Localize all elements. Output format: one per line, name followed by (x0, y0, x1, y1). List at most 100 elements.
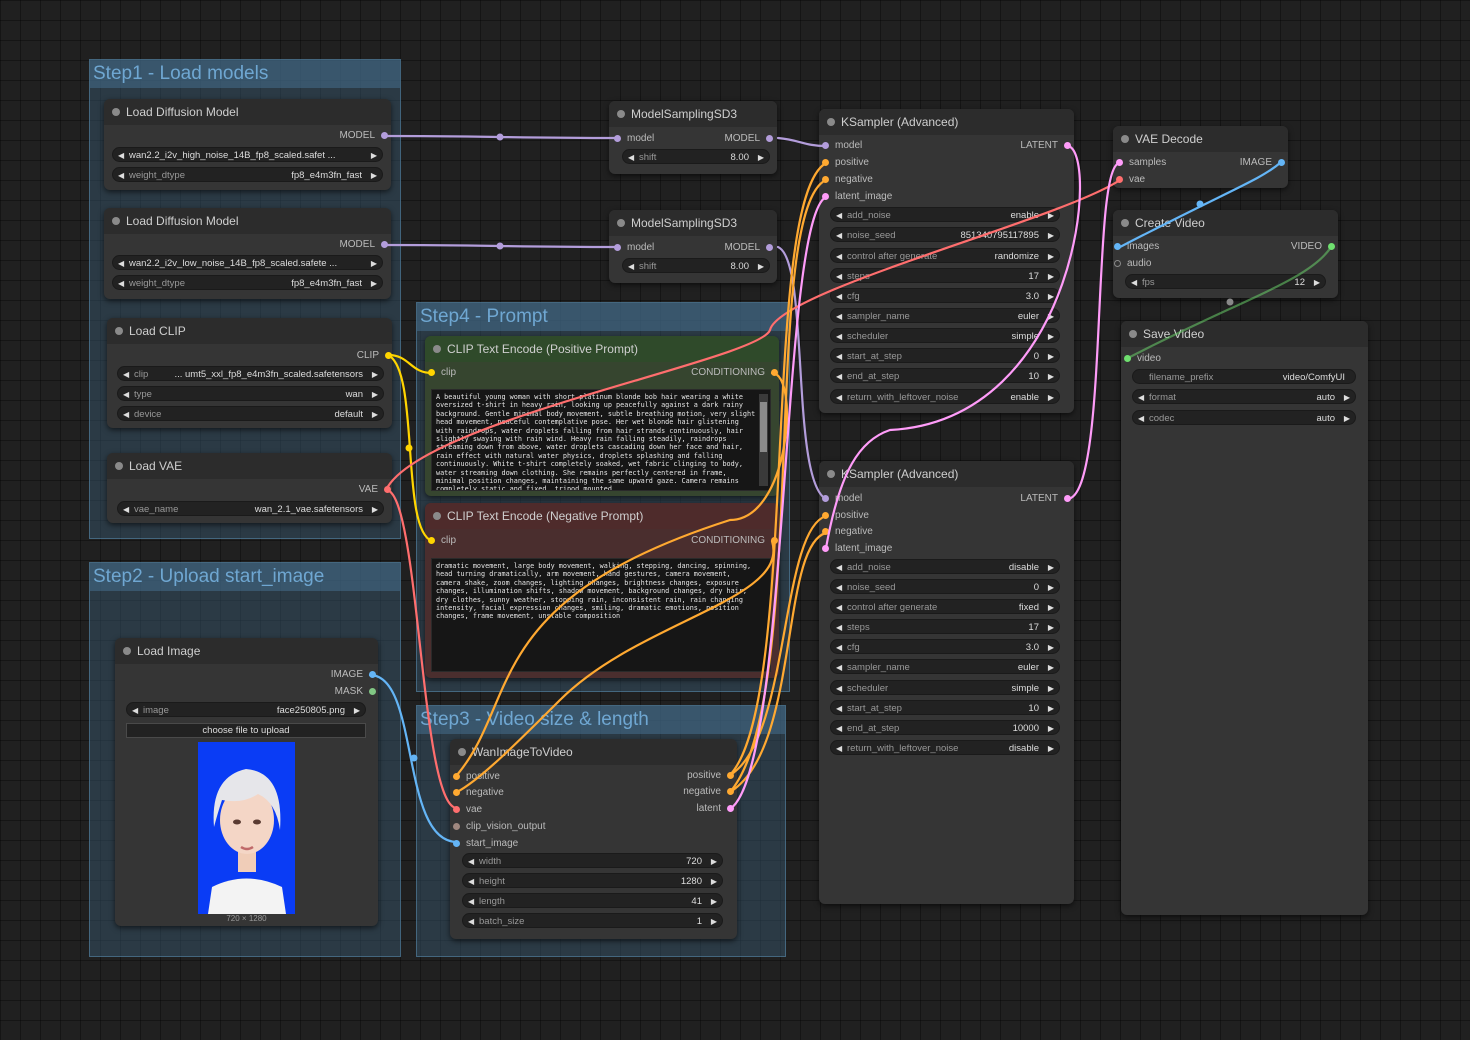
arrow-left-icon[interactable]: ◀ (836, 721, 842, 736)
arrow-left-icon[interactable]: ◀ (118, 276, 124, 291)
arrow-right-icon[interactable]: ▶ (1048, 640, 1054, 655)
input-vae[interactable]: vae (1116, 173, 1145, 187)
arrow-left-icon[interactable]: ◀ (836, 249, 842, 264)
arrow-left-icon[interactable]: ◀ (836, 329, 842, 344)
textarea-scrollbar[interactable] (759, 394, 768, 486)
output-image[interactable]: IMAGE (1240, 156, 1285, 170)
arrow-right-icon[interactable]: ▶ (354, 703, 360, 718)
node-title[interactable]: Load Diffusion Model (104, 99, 391, 125)
node-ksampler-2[interactable]: KSampler (Advanced) model positive negat… (819, 461, 1074, 904)
cfg-widget[interactable]: ◀ cfg 3.0 ▶ (830, 288, 1060, 303)
input-model[interactable]: model (614, 241, 654, 255)
arrow-right-icon[interactable]: ▶ (1048, 369, 1054, 384)
output-vae[interactable]: VAE (359, 483, 391, 497)
input-model[interactable]: model (822, 492, 862, 506)
arrow-right-icon[interactable]: ▶ (1048, 329, 1054, 344)
node-title[interactable]: Save Video (1121, 321, 1368, 347)
arrow-right-icon[interactable]: ▶ (1048, 289, 1054, 304)
input-negative[interactable]: negative (822, 525, 873, 539)
latent-dot[interactable] (822, 193, 829, 200)
input-clip[interactable]: clip (428, 366, 456, 380)
node-load-diffusion-high[interactable]: Load Diffusion Model MODEL ◀ wan2.2_i2v_… (104, 99, 391, 190)
upload-button[interactable]: choose file to upload (126, 723, 366, 738)
node-title[interactable]: Load Diffusion Model (104, 208, 391, 234)
arrow-left-icon[interactable]: ◀ (468, 854, 474, 869)
latent-dot[interactable] (822, 545, 829, 552)
width-number[interactable]: ◀ width 720 ▶ (462, 853, 723, 868)
arrow-right-icon[interactable]: ▶ (1048, 249, 1054, 264)
arrow-right-icon[interactable]: ▶ (372, 387, 378, 402)
arrow-right-icon[interactable]: ▶ (1048, 269, 1054, 284)
negative-prompt-textarea[interactable]: dramatic movement, large body movement, … (431, 558, 771, 672)
arrow-right-icon[interactable]: ▶ (1048, 721, 1054, 736)
arrow-right-icon[interactable]: ▶ (711, 894, 717, 909)
arrow-left-icon[interactable]: ◀ (836, 289, 842, 304)
node-title[interactable]: CLIP Text Encode (Positive Prompt) (425, 336, 779, 362)
unet-name-combo[interactable]: ◀ wan2.2_i2v_high_noise_14B_fp8_scaled.s… (112, 147, 383, 162)
model-dot[interactable] (766, 244, 773, 251)
model-dot[interactable] (381, 241, 388, 248)
input-samples[interactable]: samples (1116, 156, 1166, 170)
arrow-left-icon[interactable]: ◀ (836, 208, 842, 223)
node-title[interactable]: Create Video (1113, 210, 1338, 236)
device-combo[interactable]: ◀ device default ▶ (117, 406, 384, 421)
control-after-generate-widget[interactable]: ◀ control after generate fixed ▶ (830, 599, 1060, 614)
start-at-step-widget[interactable]: ◀ start_at_step 10 ▶ (830, 700, 1060, 715)
conditioning-dot[interactable] (822, 528, 829, 535)
arrow-left-icon[interactable]: ◀ (836, 369, 842, 384)
arrow-left-icon[interactable]: ◀ (118, 168, 124, 183)
end-at-step-widget[interactable]: ◀ end_at_step 10 ▶ (830, 368, 1060, 383)
audio-dot[interactable] (1114, 260, 1121, 267)
arrow-left-icon[interactable]: ◀ (468, 874, 474, 889)
group-title[interactable]: Step4 - Prompt (417, 303, 789, 331)
noise-seed-widget[interactable]: ◀ noise_seed 851340795117895 ▶ (830, 227, 1060, 242)
arrow-left-icon[interactable]: ◀ (468, 914, 474, 929)
input-clip[interactable]: clip (428, 534, 456, 548)
input-negative[interactable]: negative (453, 786, 504, 800)
arrow-left-icon[interactable]: ◀ (836, 580, 842, 595)
arrow-right-icon[interactable]: ▶ (711, 914, 717, 929)
latent-dot[interactable] (727, 805, 734, 812)
arrow-right-icon[interactable]: ▶ (1048, 390, 1054, 405)
arrow-left-icon[interactable]: ◀ (1138, 411, 1144, 426)
node-title[interactable]: ModelSamplingSD3 (609, 101, 777, 127)
codec-combo[interactable]: ◀ codec auto ▶ (1132, 410, 1356, 425)
vae-dot[interactable] (1116, 176, 1123, 183)
arrow-right-icon[interactable]: ▶ (758, 259, 764, 274)
model-dot[interactable] (822, 142, 829, 149)
arrow-right-icon[interactable]: ▶ (1048, 620, 1054, 635)
output-conditioning[interactable]: CONDITIONING (691, 366, 778, 380)
model-dot[interactable] (614, 244, 621, 251)
arrow-left-icon[interactable]: ◀ (118, 256, 124, 271)
conditioning-dot[interactable] (771, 369, 778, 376)
arrow-left-icon[interactable]: ◀ (836, 741, 842, 756)
arrow-left-icon[interactable]: ◀ (123, 502, 129, 517)
format-combo[interactable]: ◀ format auto ▶ (1132, 389, 1356, 404)
sampler-name-widget[interactable]: ◀ sampler_name euler ▶ (830, 308, 1060, 323)
image-dot[interactable] (1114, 243, 1121, 250)
input-model[interactable]: model (822, 139, 862, 153)
node-title[interactable]: CLIP Text Encode (Negative Prompt) (425, 503, 779, 529)
arrow-left-icon[interactable]: ◀ (118, 148, 124, 163)
return-leftover-noise-widget[interactable]: ◀ return_with_leftover_noise enable ▶ (830, 389, 1060, 404)
node-title[interactable]: KSampler (Advanced) (819, 461, 1074, 487)
add-noise-widget[interactable]: ◀ add_noise disable ▶ (830, 559, 1060, 574)
conditioning-dot[interactable] (771, 537, 778, 544)
arrow-left-icon[interactable]: ◀ (836, 640, 842, 655)
shift-number[interactable]: ◀ shift 8.00 ▶ (622, 149, 770, 164)
conditioning-dot[interactable] (727, 788, 734, 795)
arrow-left-icon[interactable]: ◀ (836, 349, 842, 364)
weight-dtype-combo[interactable]: ◀ weight_dtype fp8_e4m3fn_fast ▶ (112, 167, 383, 182)
arrow-right-icon[interactable]: ▶ (1048, 600, 1054, 615)
fps-number[interactable]: ◀ fps 12 ▶ (1125, 274, 1326, 289)
model-dot[interactable] (766, 135, 773, 142)
arrow-left-icon[interactable]: ◀ (468, 894, 474, 909)
group-title[interactable]: Step2 - Upload start_image (90, 563, 400, 591)
arrow-right-icon[interactable]: ▶ (1048, 660, 1054, 675)
node-vae-decode[interactable]: VAE Decode samples vae IMAGE (1113, 126, 1288, 188)
arrow-left-icon[interactable]: ◀ (836, 620, 842, 635)
node-load-diffusion-low[interactable]: Load Diffusion Model MODEL ◀ wan2.2_i2v_… (104, 208, 391, 299)
cfg-widget[interactable]: ◀ cfg 3.0 ▶ (830, 639, 1060, 654)
output-image[interactable]: IMAGE (331, 668, 376, 682)
node-title[interactable]: WanImageToVideo (450, 739, 737, 765)
